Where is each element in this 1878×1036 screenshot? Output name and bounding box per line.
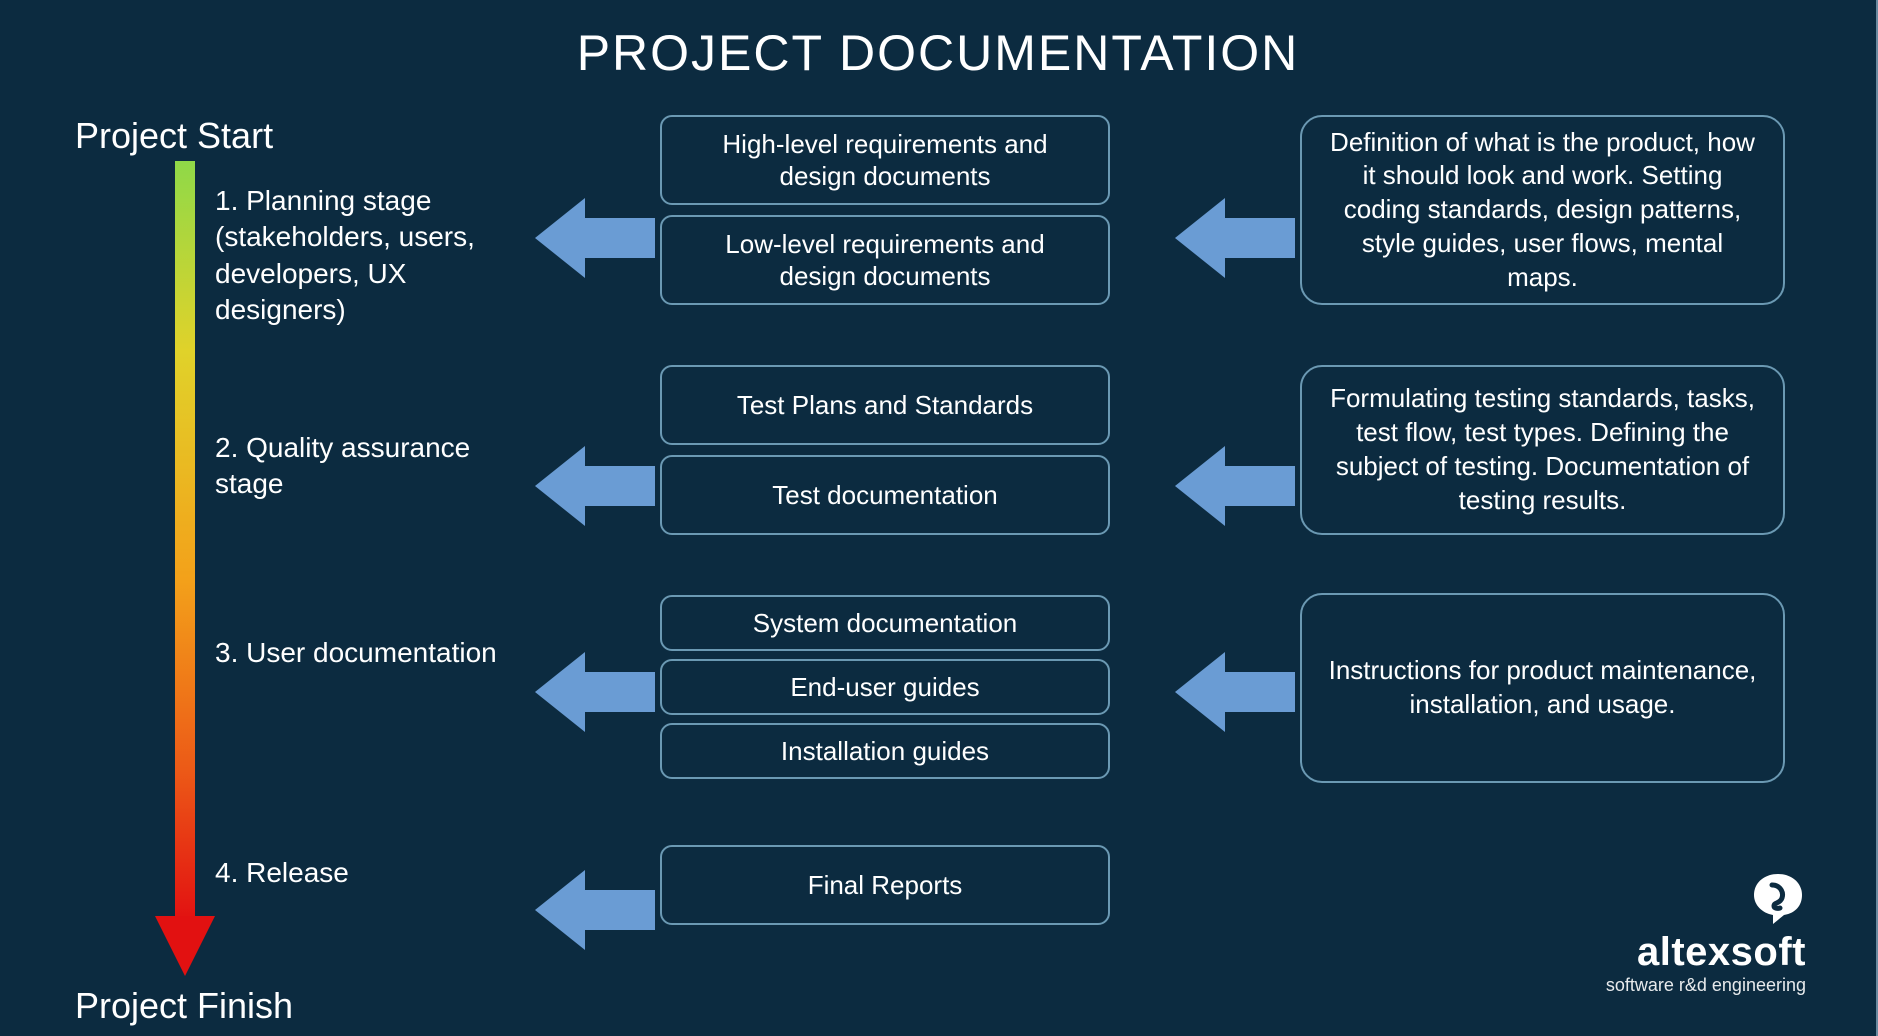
desc-userdoc: Instructions for product maintenance, in… (1300, 593, 1785, 783)
desc-qa: Formulating testing standards, tasks, te… (1300, 365, 1785, 535)
arrow-left-icon (1175, 652, 1295, 732)
stage-4-label: 4. Release (215, 855, 535, 891)
logo-bubble-icon (1750, 870, 1806, 926)
stage-3-label: 3. User documentation (215, 635, 535, 671)
arrow-left-icon (535, 870, 655, 950)
timeline-arrow-icon (155, 161, 215, 981)
page-title: PROJECT DOCUMENTATION (0, 24, 1876, 82)
box-end-user: End-user guides (660, 659, 1110, 715)
arrow-left-icon (1175, 446, 1295, 526)
box-test-plans: Test Plans and Standards (660, 365, 1110, 445)
box-low-level-req: Low-level requirements and design docume… (660, 215, 1110, 305)
desc-planning: Definition of what is the product, how i… (1300, 115, 1785, 305)
logo: altexsoft software r&d engineering (1606, 870, 1806, 996)
box-test-doc: Test documentation (660, 455, 1110, 535)
arrow-left-icon (535, 198, 655, 278)
box-system-doc: System documentation (660, 595, 1110, 651)
timeline-finish-label: Project Finish (75, 985, 293, 1027)
arrow-left-icon (1175, 198, 1295, 278)
box-install: Installation guides (660, 723, 1110, 779)
stage-1-label: 1. Planning stage (stakeholders, users, … (215, 183, 535, 329)
logo-sub-text: software r&d engineering (1606, 975, 1806, 996)
box-high-level-req: High-level requirements and design docum… (660, 115, 1110, 205)
stage-2-label: 2. Quality assurance stage (215, 430, 535, 503)
logo-brand-text: altexsoft (1606, 930, 1806, 975)
arrow-left-icon (535, 446, 655, 526)
arrow-left-icon (535, 652, 655, 732)
timeline-start-label: Project Start (75, 115, 273, 157)
box-final-reports: Final Reports (660, 845, 1110, 925)
